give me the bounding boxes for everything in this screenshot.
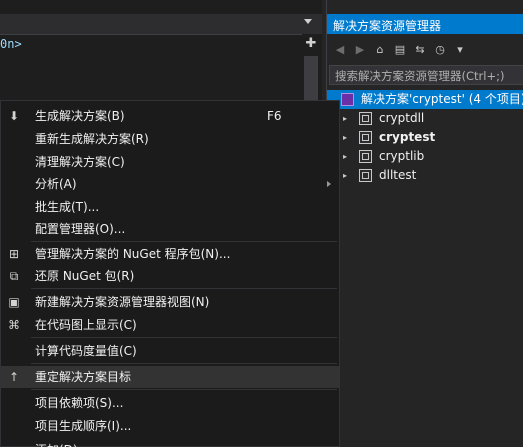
split-window-icon[interactable]: ✚ bbox=[304, 37, 318, 51]
tree-item-project[interactable]: ▸ cryptlib bbox=[327, 147, 523, 166]
submenu-arrow-icon bbox=[327, 181, 331, 187]
sync-icon[interactable]: ⇆ bbox=[413, 43, 427, 57]
expand-arrow-icon[interactable]: ▸ bbox=[343, 109, 347, 128]
menu-item-label: 配置管理器(O)... bbox=[35, 222, 126, 236]
build-icon: ⬇ bbox=[8, 109, 20, 123]
menu-item-label: 新建解决方案资源管理器视图(N) bbox=[35, 295, 210, 309]
tree-item-project[interactable]: ▸ cryptest bbox=[327, 128, 523, 147]
menu-item-new-explorer-view[interactable]: ▣ 新建解决方案资源管理器视图(N) bbox=[1, 291, 339, 313]
cpp-project-icon bbox=[359, 150, 372, 163]
tree-item-label: dlltest bbox=[379, 168, 417, 182]
menu-item-add[interactable]: 添加(D) bbox=[1, 439, 339, 447]
forward-icon[interactable]: ▶ bbox=[353, 43, 367, 57]
code-text: 0n> bbox=[0, 37, 22, 51]
menu-item-clean-solution[interactable]: 清理解决方案(C) bbox=[1, 151, 339, 173]
cpp-project-icon bbox=[359, 169, 372, 182]
menu-item-label: 重定解决方案目标 bbox=[35, 370, 132, 384]
search-input[interactable]: 搜索解决方案资源管理器(Ctrl+;) bbox=[329, 65, 523, 85]
tree-item-label: 解决方案'cryptest' (4 个项目) bbox=[361, 92, 523, 106]
menu-item-project-build-order[interactable]: 项目生成顺序(I)... bbox=[1, 415, 339, 437]
tree-item-label: cryptdll bbox=[379, 111, 425, 125]
menu-item-label: 重新生成解决方案(R) bbox=[35, 132, 149, 146]
menu-item-code-metrics[interactable]: 计算代码度量值(C) bbox=[1, 340, 339, 362]
menu-item-label: 分析(A) bbox=[35, 177, 77, 191]
divider bbox=[0, 34, 302, 35]
nuget-package-icon: ⊞ bbox=[8, 247, 20, 261]
menu-item-label: 在代码图上显示(C) bbox=[35, 318, 137, 332]
restore-package-icon: ⧉ bbox=[9, 269, 19, 283]
menu-item-manage-nuget[interactable]: ⊞ 管理解决方案的 NuGet 程序包(N)... bbox=[1, 243, 339, 265]
menu-separator bbox=[31, 363, 337, 364]
history-icon[interactable]: ◷ bbox=[433, 43, 447, 57]
tree-item-label: cryptlib bbox=[379, 149, 425, 163]
menu-separator bbox=[31, 288, 337, 289]
solution-tree: 解决方案'cryptest' (4 个项目) ▸ cryptdll ▸ cryp… bbox=[327, 90, 523, 185]
panel-title[interactable]: 解决方案资源管理器 bbox=[327, 14, 523, 34]
editor-navigation-bar[interactable] bbox=[0, 14, 322, 34]
menu-item-restore-nuget[interactable]: ⧉ 还原 NuGet 包(R) bbox=[1, 265, 339, 287]
menu-item-retarget-solution[interactable]: ↑ 重定解决方案目标 bbox=[1, 366, 339, 388]
new-view-icon: ▣ bbox=[8, 295, 20, 309]
menu-item-label: 生成解决方案(B) bbox=[35, 109, 125, 123]
tree-item-project[interactable]: ▸ cryptdll bbox=[327, 109, 523, 128]
menu-item-label: 添加(D) bbox=[35, 439, 78, 447]
expand-arrow-icon[interactable]: ▸ bbox=[343, 166, 347, 185]
menu-separator bbox=[31, 389, 337, 390]
code-map-icon: ⌘ bbox=[8, 318, 20, 332]
expand-arrow-icon[interactable]: ▸ bbox=[343, 147, 347, 166]
menu-item-shortcut: F6 bbox=[267, 109, 282, 123]
menu-separator bbox=[31, 241, 337, 242]
menu-item-project-dependencies[interactable]: 项目依赖项(S)... bbox=[1, 392, 339, 414]
menu-item-label: 批生成(T)... bbox=[35, 200, 100, 214]
menu-item-label: 项目依赖项(S)... bbox=[35, 396, 124, 410]
tree-item-label: cryptest bbox=[379, 130, 436, 144]
menu-item-label: 管理解决方案的 NuGet 程序包(N)... bbox=[35, 247, 231, 261]
menu-item-configuration-manager[interactable]: 配置管理器(O)... bbox=[1, 218, 339, 240]
back-icon[interactable]: ◀ bbox=[333, 43, 347, 57]
tree-item-solution[interactable]: 解决方案'cryptest' (4 个项目) bbox=[327, 90, 523, 109]
menu-separator bbox=[31, 337, 337, 338]
tree-item-project[interactable]: ▸ dlltest bbox=[327, 166, 523, 185]
switch-views-icon[interactable]: ▤ bbox=[393, 43, 407, 57]
menu-item-label: 项目生成顺序(I)... bbox=[35, 419, 132, 433]
filter-icon[interactable]: ▾ bbox=[453, 43, 467, 57]
cpp-project-icon bbox=[359, 131, 372, 144]
menu-item-batch-build[interactable]: 批生成(T)... bbox=[1, 196, 339, 218]
cpp-project-icon bbox=[359, 112, 372, 125]
menu-item-label: 还原 NuGet 包(R) bbox=[35, 269, 135, 283]
solution-explorer-panel: 解决方案资源管理器 ◀ ▶ ⌂ ▤ ⇆ ◷ ▾ 搜索解决方案资源管理器(Ctrl… bbox=[326, 0, 523, 447]
home-icon[interactable]: ⌂ bbox=[373, 43, 387, 57]
menu-item-build-solution[interactable]: ⬇ 生成解决方案(B) F6 bbox=[1, 105, 339, 127]
chevron-down-icon[interactable] bbox=[304, 19, 312, 24]
solution-context-menu: ⬇ 生成解决方案(B) F6 重新生成解决方案(R) 清理解决方案(C) 分析(… bbox=[0, 100, 340, 447]
menu-item-analyze[interactable]: 分析(A) bbox=[1, 173, 339, 195]
solution-explorer-toolbar: ◀ ▶ ⌂ ▤ ⇆ ◷ ▾ bbox=[327, 38, 523, 62]
menu-item-label: 清理解决方案(C) bbox=[35, 155, 125, 169]
solution-icon bbox=[341, 93, 354, 106]
menu-item-show-on-code-map[interactable]: ⌘ 在代码图上显示(C) bbox=[1, 314, 339, 336]
expand-arrow-icon[interactable]: ▸ bbox=[343, 128, 347, 147]
menu-item-rebuild-solution[interactable]: 重新生成解决方案(R) bbox=[1, 128, 339, 150]
menu-item-label: 计算代码度量值(C) bbox=[35, 344, 137, 358]
retarget-icon: ↑ bbox=[8, 370, 20, 384]
